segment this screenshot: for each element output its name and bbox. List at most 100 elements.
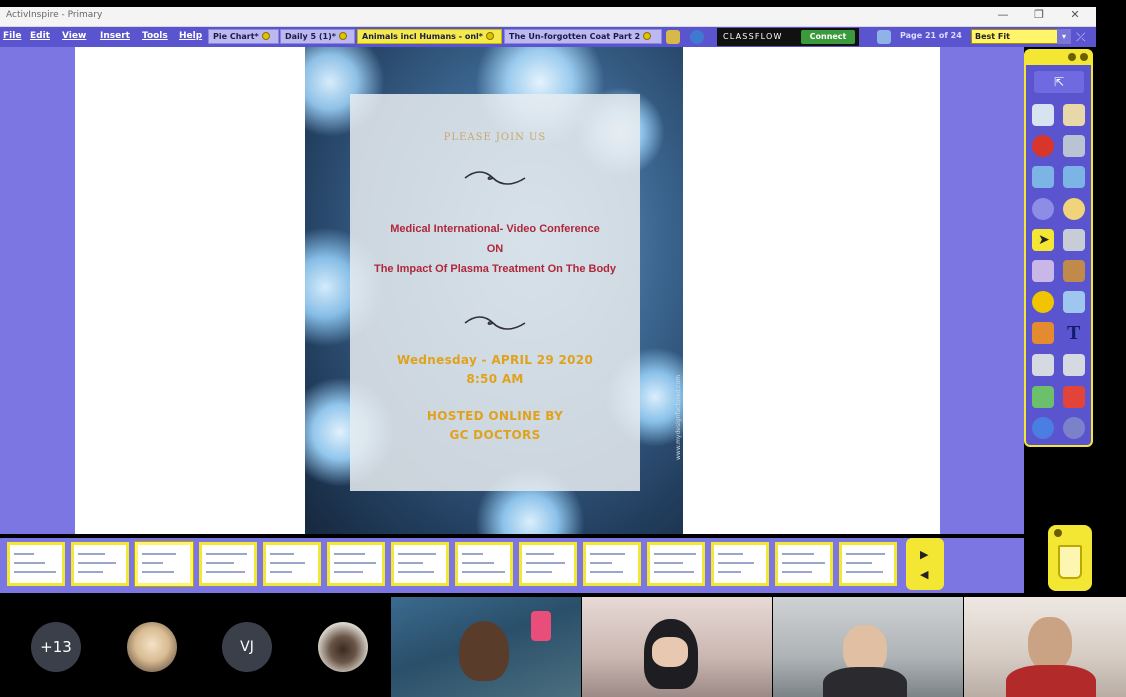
menu-tools[interactable]: Tools xyxy=(142,31,168,41)
thumbnail-line xyxy=(142,562,163,564)
resource-library-icon[interactable] xyxy=(1063,104,1085,126)
profile-icon[interactable] xyxy=(690,30,704,44)
thumbnail-line xyxy=(782,571,812,573)
page-browser-icon[interactable] xyxy=(877,30,891,44)
page-thumbnail[interactable] xyxy=(199,542,257,586)
pen-icon[interactable] xyxy=(1032,260,1054,282)
connector-icon[interactable] xyxy=(1063,291,1085,313)
thumbnail-line xyxy=(270,571,292,573)
close-tab-icon[interactable] xyxy=(485,32,494,40)
trash-bin[interactable] xyxy=(1048,525,1092,591)
eraser-icon[interactable] xyxy=(1032,386,1054,408)
next-thumbnails-button[interactable]: ▶ xyxy=(920,548,928,561)
page-thumbnail[interactable] xyxy=(263,542,321,586)
color-picker-icon[interactable] xyxy=(1063,198,1085,220)
select-tool-icon[interactable]: ➤ xyxy=(1032,229,1054,251)
close-tab-icon[interactable] xyxy=(643,32,652,40)
zoom-value: Best Fit xyxy=(975,32,1010,41)
participant-face xyxy=(1028,617,1072,671)
menu-view[interactable]: View xyxy=(62,31,86,41)
camera-icon[interactable] xyxy=(1032,354,1054,376)
page-thumbnail[interactable] xyxy=(391,542,449,586)
event-time: 8:50 AM xyxy=(466,372,524,386)
tab-pie-chart[interactable]: Pie Chart* xyxy=(208,29,279,44)
desktop-tools-icon[interactable] xyxy=(1063,229,1085,251)
page-thumbnail[interactable] xyxy=(455,542,513,586)
thumbnail-line xyxy=(846,571,883,573)
menu-edit[interactable]: Edit xyxy=(30,31,50,41)
toolbox-header[interactable] xyxy=(1026,51,1091,65)
thumbnail-line xyxy=(14,562,45,564)
thumbnail-line xyxy=(526,562,565,564)
thumbnail-line xyxy=(270,553,294,555)
next-page-icon[interactable] xyxy=(1063,166,1085,188)
participant-video-tile[interactable] xyxy=(391,597,581,697)
flourish-ornament xyxy=(464,171,526,185)
close-icon[interactable] xyxy=(1080,53,1088,61)
undo-icon[interactable] xyxy=(1032,135,1054,157)
close-tab-icon[interactable] xyxy=(338,32,347,40)
close-button[interactable]: ✕ xyxy=(1065,8,1085,21)
participant-avatar-initials[interactable]: VJ xyxy=(222,622,272,672)
text-tool-icon[interactable]: T xyxy=(1063,322,1085,344)
tab-animals-incl-humans[interactable]: Animals incl Humans - onl* xyxy=(357,29,502,44)
page-thumbnail[interactable] xyxy=(839,542,897,586)
page-thumbnail[interactable] xyxy=(711,542,769,586)
thumbnail-line xyxy=(462,562,494,564)
participant-avatar-photo[interactable] xyxy=(318,622,368,672)
switch-profile-icon[interactable]: ⇱ xyxy=(1034,71,1084,93)
participant-video-tile[interactable] xyxy=(964,597,1126,697)
chevron-down-icon[interactable]: ▾ xyxy=(1057,29,1071,44)
tools-icon[interactable] xyxy=(1063,135,1085,157)
menu-help[interactable]: Help xyxy=(179,31,202,41)
page-thumbnail[interactable] xyxy=(135,542,193,586)
page-thumbnail[interactable] xyxy=(327,542,385,586)
page-indicator: Page 21 of 24 xyxy=(900,31,962,40)
thumbnail-line xyxy=(142,571,174,573)
participant-video-tile[interactable] xyxy=(773,597,963,697)
page-thumbnail[interactable] xyxy=(775,542,833,586)
thumbnail-line xyxy=(206,553,247,555)
menu-file[interactable]: File xyxy=(3,31,21,41)
thumbnail-line xyxy=(782,553,814,555)
pin-icon[interactable] xyxy=(1068,53,1076,61)
clear-icon[interactable] xyxy=(1063,386,1085,408)
restore-button[interactable]: ❐ xyxy=(1029,8,1049,21)
tab-label: The Un-forgotten Coat Part 2 xyxy=(509,32,641,41)
participant-video-tile[interactable] xyxy=(582,597,772,697)
thumbnail-line xyxy=(654,562,683,564)
redo-arrow-icon[interactable] xyxy=(1063,417,1085,439)
tab-unforgotten-coat[interactable]: The Un-forgotten Coat Part 2 xyxy=(504,29,662,44)
classflow-connect-button[interactable]: Connect xyxy=(801,30,855,44)
host-line: HOSTED ONLINE BY xyxy=(426,409,564,423)
menu-tab-bar: File Edit View Insert Tools Help Pie Cha… xyxy=(0,27,1096,47)
minimize-button[interactable]: — xyxy=(993,8,1013,21)
clipboard-icon[interactable] xyxy=(1063,354,1085,376)
highlighter-icon[interactable] xyxy=(1063,260,1085,282)
menu-insert[interactable]: Insert xyxy=(100,31,130,41)
participant-avatar-photo[interactable] xyxy=(127,622,177,672)
page-thumbnail[interactable] xyxy=(519,542,577,586)
close-tab-icon[interactable] xyxy=(261,32,270,40)
dock-toggle-icon[interactable]: ⤫ xyxy=(1076,30,1086,45)
previous-page-icon[interactable] xyxy=(1032,166,1054,188)
page-thumbnail[interactable] xyxy=(583,542,641,586)
thumbnail-line xyxy=(206,562,234,564)
shape-icon[interactable] xyxy=(1032,291,1054,313)
participant-figure xyxy=(823,667,907,697)
page-thumbnail[interactable] xyxy=(647,542,705,586)
undo-arrow-icon[interactable] xyxy=(1032,417,1054,439)
invite-text: PLEASE JOIN US xyxy=(443,132,547,143)
more-participants-button[interactable]: +13 xyxy=(31,622,81,672)
page-thumbnail[interactable] xyxy=(71,542,129,586)
page-thumbnail[interactable] xyxy=(7,542,65,586)
lock-icon[interactable] xyxy=(666,30,680,44)
zoom-select[interactable]: Best Fit ▾ xyxy=(971,29,1071,44)
thumbnail-line xyxy=(334,562,376,564)
play-icon[interactable] xyxy=(1032,198,1054,220)
tab-label: Animals incl Humans - onl* xyxy=(362,32,483,41)
tab-daily-5[interactable]: Daily 5 (1)* xyxy=(280,29,355,44)
main-menu-icon[interactable] xyxy=(1032,104,1054,126)
fill-icon[interactable] xyxy=(1032,322,1054,344)
prev-thumbnails-button[interactable]: ◀ xyxy=(920,568,928,581)
